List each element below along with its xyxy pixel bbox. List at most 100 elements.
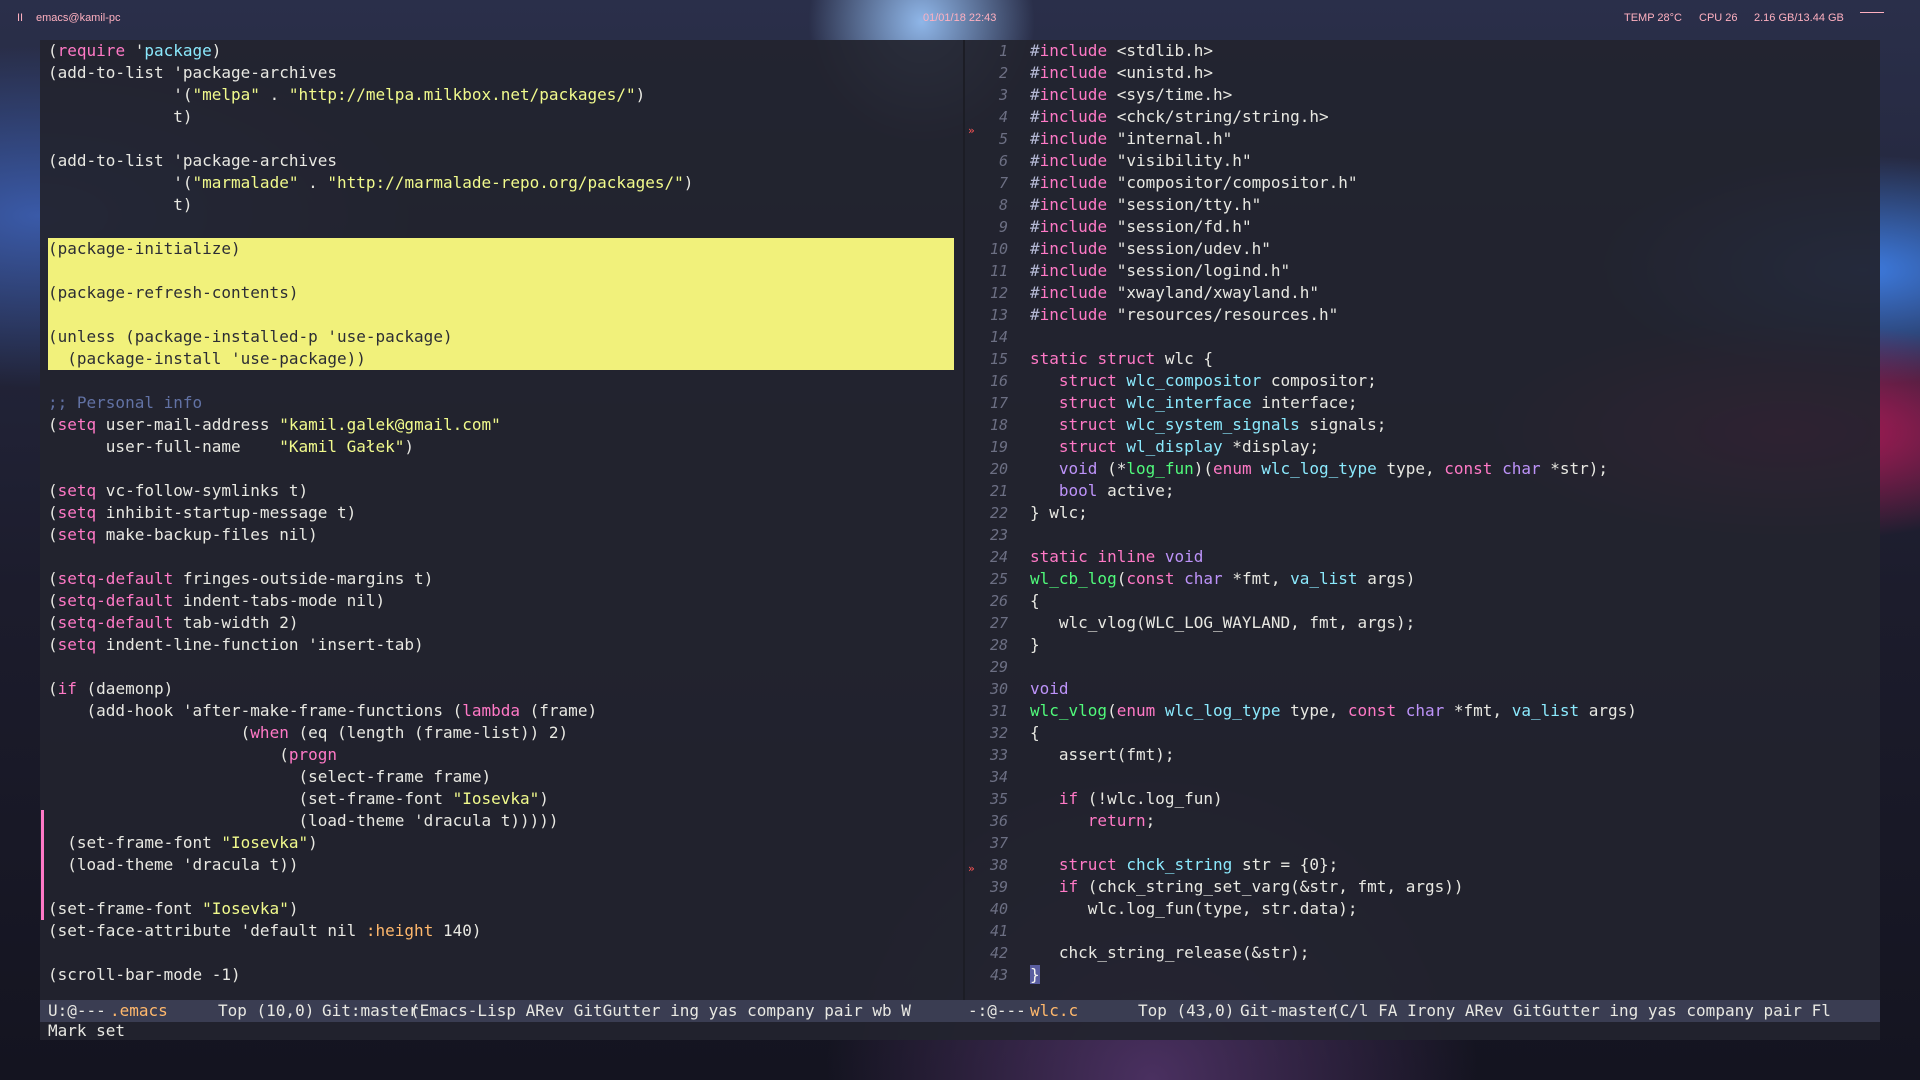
code-line[interactable]: (set-frame-font "Iosevka") [48,788,693,810]
code-line[interactable]: #include "session/udev.h" [1030,238,1637,260]
left-window[interactable]: (require 'package) (add-to-list 'package-… [40,40,964,1000]
vc-branch[interactable]: Git-master [1240,1000,1336,1022]
code-line[interactable]: static inline void [1030,546,1637,568]
left-mode-line[interactable]: U:@--- .emacs Top (10,0) Git:master (Ema… [40,1000,964,1022]
code-line[interactable]: chck_string_release(&str); [1030,942,1637,964]
code-line[interactable] [48,656,693,678]
buffer-name[interactable]: wlc.c [1030,1000,1078,1022]
code-line[interactable]: void (*log_fun)(enum wlc_log_type type, … [1030,458,1637,480]
code-line[interactable] [48,876,693,898]
code-line[interactable] [48,260,693,282]
code-line[interactable]: #include <unistd.h> [1030,62,1637,84]
code-line[interactable]: (setq-default indent-tabs-mode nil) [48,590,693,612]
right-window[interactable]: » » 1 2 3 4 5 6 7 8 9 10 11 12 13 14 15 16 17 18 19 20 21 22 2… [964,40,1880,1000]
code-line[interactable] [1030,524,1637,546]
code-line[interactable] [48,216,693,238]
c-code[interactable]: #include <stdlib.h> #include <unistd.h> #i… [1030,40,1637,986]
code-line[interactable]: #include "resources/resources.h" [1030,304,1637,326]
code-line[interactable] [1030,832,1637,854]
code-line[interactable]: (when (eq (length (frame-list)) 2) [48,722,693,744]
code-line[interactable]: static struct wlc { [1030,348,1637,370]
code-line[interactable]: #include "session/logind.h" [1030,260,1637,282]
code-line[interactable]: #include <sys/time.h> [1030,84,1637,106]
code-line[interactable]: #include <chck/string/string.h> [1030,106,1637,128]
code-line[interactable]: t) [48,194,693,216]
code-line[interactable] [1030,326,1637,348]
code-line[interactable]: #include "session/tty.h" [1030,194,1637,216]
code-line[interactable]: } [1030,964,1637,986]
code-line[interactable]: (progn [48,744,693,766]
vc-branch[interactable]: Git:master [322,1000,418,1022]
code-line[interactable]: (add-hook 'after-make-frame-functions (l… [48,700,693,722]
code-line[interactable]: #include "internal.h" [1030,128,1637,150]
code-line[interactable]: if (chck_string_set_varg(&str, fmt, args… [1030,876,1637,898]
workspace-indicator[interactable]: II [17,12,23,24]
code-line[interactable]: (package-initialize) [48,238,693,260]
code-line[interactable] [1030,920,1637,942]
minor-modes[interactable]: (Emacs-Lisp ARev GitGutter ing yas compa… [410,1000,911,1022]
code-line[interactable]: bool active; [1030,480,1637,502]
code-line[interactable]: } wlc; [1030,502,1637,524]
code-line[interactable]: user-full-name "Kamil Gałek") [48,436,693,458]
code-line[interactable]: (add-to-list 'package-archives [48,62,693,84]
code-line[interactable]: (require 'package) [48,40,693,62]
code-line[interactable]: struct chck_string str = {0}; [1030,854,1637,876]
code-line[interactable]: struct wlc_system_signals signals; [1030,414,1637,436]
code-line[interactable] [48,128,693,150]
code-line[interactable]: } [1030,634,1637,656]
code-line[interactable]: if (!wlc.log_fun) [1030,788,1637,810]
code-line[interactable]: (load-theme 'dracula t)) [48,854,693,876]
elisp-code[interactable]: (require 'package) (add-to-list 'package-… [48,40,693,986]
code-line[interactable]: #include <stdlib.h> [1030,40,1637,62]
code-line[interactable]: ;; Personal info [48,392,693,414]
tray-icon[interactable] [1860,12,1884,13]
code-line[interactable]: (add-to-list 'package-archives [48,150,693,172]
code-line[interactable]: #include "visibility.h" [1030,150,1637,172]
code-line[interactable]: void [1030,678,1637,700]
code-line[interactable]: (setq indent-line-function 'insert-tab) [48,634,693,656]
code-line[interactable]: (setq-default tab-width 2) [48,612,693,634]
code-line[interactable]: wl_cb_log(const char *fmt, va_list args) [1030,568,1637,590]
code-line[interactable]: (if (daemonp) [48,678,693,700]
code-line[interactable]: struct wl_display *display; [1030,436,1637,458]
code-line[interactable]: #include "compositor/compositor.h" [1030,172,1637,194]
code-line[interactable]: (setq inhibit-startup-message t) [48,502,693,524]
code-line[interactable] [48,546,693,568]
code-line[interactable]: (set-face-attribute 'default nil :height… [48,920,693,942]
buffer-name[interactable]: .emacs [110,1000,168,1022]
code-line[interactable]: #include "session/fd.h" [1030,216,1637,238]
minor-modes[interactable]: (C/l FA Irony ARev GitGutter ing yas com… [1330,1000,1831,1022]
code-line[interactable]: (package-refresh-contents) [48,282,693,304]
code-line[interactable]: #include "xwayland/xwayland.h" [1030,282,1637,304]
code-line[interactable] [48,458,693,480]
code-line[interactable]: (scroll-bar-mode -1) [48,964,693,986]
code-line[interactable]: assert(fmt); [1030,744,1637,766]
code-line[interactable] [48,942,693,964]
right-mode-line[interactable]: -:@--- wlc.c Top (43,0) Git-master (C/l … [964,1000,1880,1022]
code-line[interactable]: (setq make-backup-files nil) [48,524,693,546]
code-line[interactable]: struct wlc_interface interface; [1030,392,1637,414]
code-line[interactable]: (load-theme 'dracula t))))) [48,810,693,832]
code-line[interactable]: (setq user-mail-address "kamil.galek@gma… [48,414,693,436]
code-line[interactable]: struct wlc_compositor compositor; [1030,370,1637,392]
code-line[interactable]: (unless (package-installed-p 'use-packag… [48,326,693,348]
code-line[interactable]: wlc_vlog(enum wlc_log_type type, const c… [1030,700,1637,722]
code-line[interactable] [48,304,693,326]
code-line[interactable]: wlc_vlog(WLC_LOG_WAYLAND, fmt, args); [1030,612,1637,634]
code-line[interactable]: '("marmalade" . "http://marmalade-repo.o… [48,172,693,194]
code-line[interactable]: { [1030,590,1637,612]
code-line[interactable]: t) [48,106,693,128]
code-line[interactable]: (setq vc-follow-symlinks t) [48,480,693,502]
code-line[interactable]: { [1030,722,1637,744]
code-line[interactable]: '("melpa" . "http://melpa.milkbox.net/pa… [48,84,693,106]
code-line[interactable] [1030,656,1637,678]
code-line[interactable]: (set-frame-font "Iosevka") [48,898,693,920]
code-line[interactable]: (select-frame frame) [48,766,693,788]
code-line[interactable]: return; [1030,810,1637,832]
code-line[interactable]: (set-frame-font "Iosevka") [48,832,693,854]
code-line[interactable] [1030,766,1637,788]
code-line[interactable]: wlc.log_fun(type, str.data); [1030,898,1637,920]
code-line[interactable]: (package-install 'use-package)) [48,348,693,370]
code-line[interactable]: (setq-default fringes-outside-margins t) [48,568,693,590]
code-line[interactable] [48,370,693,392]
